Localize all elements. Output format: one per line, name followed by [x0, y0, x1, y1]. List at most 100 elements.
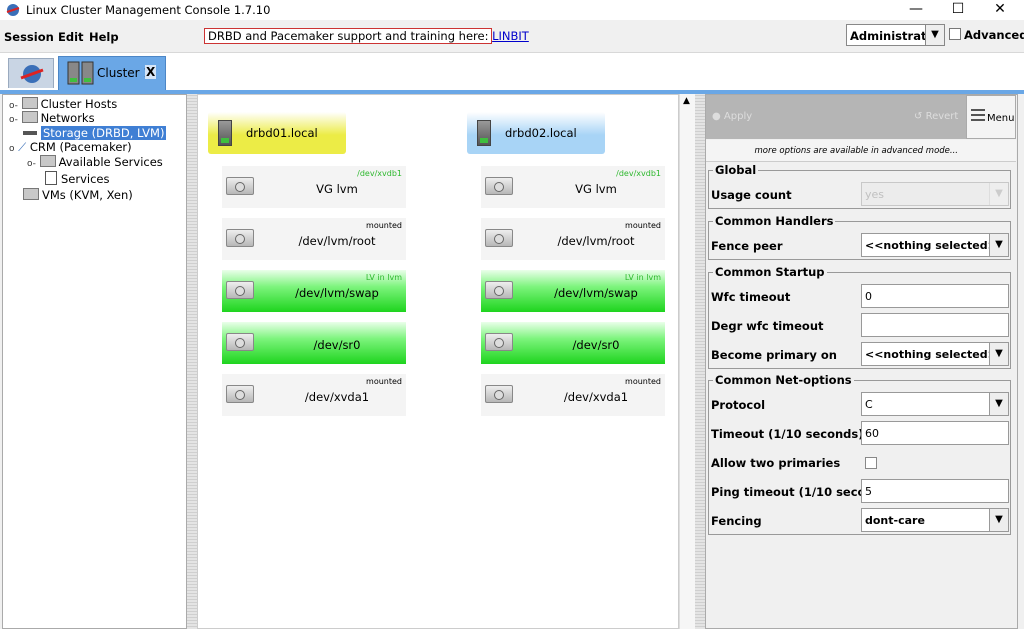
volume-label: /dev/lvm/root [298, 234, 376, 248]
linbit-link[interactable]: LINBIT [492, 29, 529, 43]
menu-help[interactable]: Help [89, 30, 119, 44]
disk-icon [485, 281, 513, 299]
group-global: Global Usage count yes ▼ [708, 163, 1011, 209]
volume-label: VG lvm [575, 182, 617, 196]
ping-timeout-input[interactable]: 5 [861, 479, 1009, 503]
group-common-net-options: Common Net-options Protocol C ▼ Timeout … [708, 373, 1012, 535]
group-common-handlers: Common Handlers Fence peer <<nothing sel… [708, 214, 1012, 260]
fence-peer-select[interactable]: <<nothing selected>> ▼ [861, 233, 1009, 257]
chevron-down-icon: ▼ [925, 25, 944, 45]
tree-item-services[interactable]: Services [45, 171, 110, 186]
row-ping-timeout: Ping timeout (1/10 seconds) 5 [709, 477, 1012, 506]
volume-node[interactable]: /dev/sr0 [481, 322, 665, 364]
disk-icon [485, 385, 513, 403]
tab-cluster-label: Cluster 1 [97, 66, 152, 80]
disk-icon [23, 131, 37, 135]
row-degr-wfc-timeout: Degr wfc timeout [709, 311, 1012, 340]
volume-node[interactable]: /dev/sr0 [222, 322, 406, 364]
fencing-select[interactable]: dont-care ▼ [861, 508, 1009, 532]
disk-icon [226, 229, 254, 247]
disk-icon [485, 177, 513, 195]
volume-label: VG lvm [316, 182, 358, 196]
chevron-down-icon: ▼ [989, 234, 1008, 256]
hamburger-icon [971, 109, 985, 121]
server-icon [218, 120, 232, 146]
tree-item-cluster-hosts[interactable]: o- Cluster Hosts [9, 97, 117, 111]
window-title: Linux Cluster Management Console 1.7.10 [26, 3, 271, 17]
folder-icon [21, 111, 38, 123]
become-primary-select[interactable]: <<nothing selected>> ▼ [861, 342, 1009, 366]
usage-count-select[interactable]: yes ▼ [861, 182, 1009, 206]
navigation-tree: o- Cluster Hosts o- Networks Storage (DR… [2, 94, 187, 629]
minimize-button[interactable]: — [896, 0, 936, 20]
collapse-icon: o [9, 144, 15, 154]
volume-node[interactable]: /dev/lvm/root mounted [481, 218, 665, 260]
row-fence-peer: Fence peer <<nothing selected>> ▼ [709, 231, 1012, 260]
protocol-select[interactable]: C ▼ [861, 392, 1009, 416]
volume-node[interactable]: VG lvm/dev/xvdb1 [481, 166, 665, 208]
promo-banner: DRBD and Pacemaker support and training … [204, 28, 529, 44]
chevron-down-icon: ▼ [989, 183, 1008, 205]
menu-button[interactable]: Menu [966, 95, 1016, 139]
volume-node[interactable]: /dev/xvda1 mounted [222, 374, 406, 416]
volume-tag: mounted [625, 221, 661, 230]
disk-icon [485, 333, 513, 351]
volume-node[interactable]: /dev/xvda1 mounted [481, 374, 665, 416]
row-wfc-timeout: Wfc timeout 0 [709, 282, 1012, 311]
volume-node[interactable]: /dev/lvm/swap LV in lvm [222, 270, 406, 312]
tree-item-vms[interactable]: VMs (KVM, Xen) [23, 188, 133, 202]
chevron-down-icon: ▼ [989, 343, 1008, 365]
splitter-right[interactable] [695, 94, 705, 629]
volume-tag: /dev/xvdb1 [357, 169, 402, 178]
globe-icon [20, 65, 44, 83]
apply-icon: ● [712, 111, 721, 122]
chevron-down-icon: ▼ [989, 509, 1008, 531]
disk-icon [226, 177, 254, 195]
volume-node[interactable]: /dev/lvm/swap LV in lvm [481, 270, 665, 312]
volume-label: /dev/lvm/swap [295, 286, 379, 300]
volume-label: /dev/lvm/root [557, 234, 635, 248]
server-icon [477, 120, 491, 146]
tab-home[interactable] [8, 58, 54, 88]
close-window-button[interactable]: ✕ [980, 0, 1020, 20]
close-tab-button[interactable]: X [145, 65, 157, 79]
volume-node[interactable]: /dev/lvm/root mounted [222, 218, 406, 260]
document-icon [45, 171, 57, 185]
advanced-label: Advanced [964, 28, 1024, 42]
allow-two-primaries-checkbox[interactable] [865, 457, 877, 469]
splitter-left[interactable] [187, 94, 197, 629]
volume-tag: mounted [366, 377, 402, 386]
host-node[interactable]: drbd01.local [208, 112, 346, 154]
advanced-checkbox[interactable] [949, 28, 961, 40]
tree-item-available-services[interactable]: o- Available Services [27, 155, 163, 169]
maximize-button[interactable]: ☐ [938, 0, 978, 20]
host-node[interactable]: drbd02.local [467, 112, 605, 154]
row-allow-two-primaries: Allow two primaries [709, 448, 1012, 477]
wfc-timeout-input[interactable]: 0 [861, 284, 1009, 308]
scroll-up-icon[interactable]: ▲ [683, 96, 690, 106]
crm-icon: ⟋ [18, 140, 27, 154]
folder-icon [39, 155, 56, 167]
volume-node[interactable]: VG lvm/dev/xvdb1 [222, 166, 406, 208]
menu-session[interactable]: Session [4, 30, 54, 44]
volume-label: /dev/xvda1 [304, 390, 370, 404]
servers-icon [67, 61, 94, 85]
row-become-primary-on: Become primary on <<nothing selected>> ▼ [709, 340, 1012, 369]
degr-wfc-timeout-input[interactable] [861, 313, 1009, 337]
advanced-mode-note: more options are available in advanced m… [706, 140, 1016, 162]
revert-button[interactable]: ↺ Revert [914, 111, 958, 122]
timeout-input[interactable]: 60 [861, 421, 1009, 445]
expand-icon: o- [9, 101, 18, 111]
tab-cluster[interactable]: Cluster 1 X [58, 56, 166, 90]
app-logo-icon [6, 4, 20, 16]
revert-icon: ↺ [914, 111, 923, 122]
tree-item-crm[interactable]: o ⟋ CRM (Pacemaker) [9, 140, 132, 155]
menu-edit[interactable]: Edit [58, 30, 84, 44]
role-select[interactable]: Administrator ▼ [846, 24, 945, 46]
apply-button[interactable]: ● Apply [712, 111, 752, 122]
disk-icon [226, 385, 254, 403]
graph-scrollbar[interactable]: ▲ [679, 94, 696, 629]
tree-item-storage[interactable]: Storage (DRBD, LVM) [23, 126, 167, 140]
tree-item-networks[interactable]: o- Networks [9, 111, 95, 125]
volume-label: /dev/sr0 [313, 338, 361, 352]
